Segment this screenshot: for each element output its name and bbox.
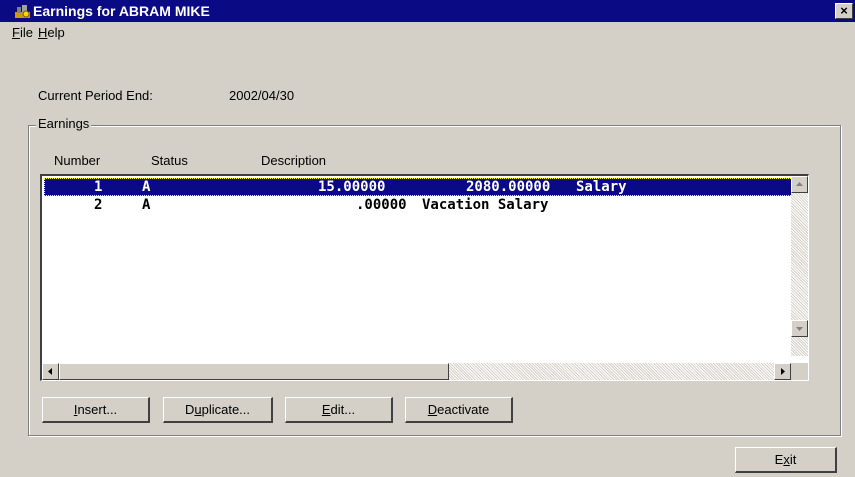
exit-button[interactable]: Exit — [735, 447, 837, 473]
menu-file[interactable]: File — [12, 25, 33, 40]
close-button[interactable]: × — [835, 3, 853, 19]
duplicate-button[interactable]: Duplicate... — [163, 397, 273, 423]
deactivate-button[interactable]: Deactivate — [405, 397, 513, 423]
arrow-up-icon — [796, 182, 803, 186]
arrow-right-icon — [781, 368, 785, 375]
current-period-value: 2002/04/30 — [229, 88, 295, 103]
current-period-label: Current Period End: — [38, 88, 153, 103]
close-icon: × — [840, 3, 848, 18]
list-item[interactable]: 1 A 15.00000 2080.00000 Salary — [44, 178, 803, 196]
horizontal-scroll-thumb[interactable] — [59, 363, 449, 380]
scrollbar-corner — [791, 363, 808, 380]
column-header-status: Status — [151, 153, 188, 168]
title-bar[interactable]: Earnings for ABRAM MIKE × — [0, 0, 855, 22]
scroll-down-button[interactable] — [791, 320, 808, 337]
list-item[interactable]: 2 A .00000 Vacation Salary — [44, 196, 803, 214]
insert-button[interactable]: Insert... — [42, 397, 150, 423]
earnings-group-label: Earnings — [36, 116, 92, 131]
menu-help[interactable]: Help — [38, 25, 65, 40]
app-icon — [15, 5, 30, 18]
scroll-left-button[interactable] — [42, 363, 59, 380]
arrow-left-icon — [48, 368, 52, 375]
scroll-up-button[interactable] — [791, 176, 808, 193]
column-header-description: Description — [261, 153, 327, 168]
vertical-scrollbar[interactable] — [791, 176, 808, 356]
menu-bar: File Help — [0, 22, 855, 42]
window-title: Earnings for ABRAM MIKE — [33, 3, 210, 19]
scroll-right-button[interactable] — [774, 363, 791, 380]
column-header-number: Number — [54, 153, 101, 168]
horizontal-scrollbar[interactable] — [42, 363, 791, 380]
earnings-list[interactable]: 1 A 15.00000 2080.00000 Salary 2 A .0000… — [40, 174, 809, 381]
edit-button[interactable]: Edit... — [285, 397, 393, 423]
arrow-down-icon — [796, 327, 803, 331]
